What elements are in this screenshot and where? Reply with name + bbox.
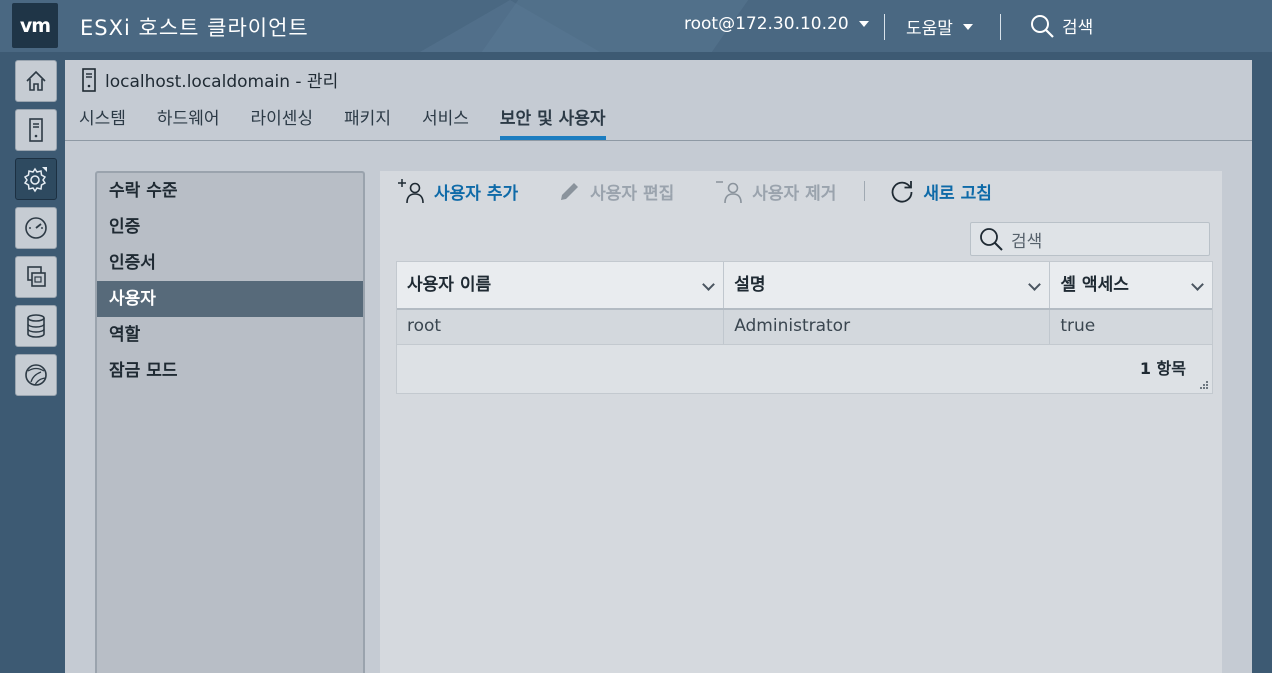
sidebar-item-authentication[interactable]: 인증 — [97, 209, 363, 245]
cell-shell-access: true — [1060, 316, 1096, 336]
left-navigator — [0, 52, 64, 673]
remove-user-button[interactable]: 사용자 제거 — [714, 178, 836, 204]
caret-down-icon — [858, 21, 869, 27]
tab-content: 수락 수준 인증 인증서 사용자 역할 잠금 모드 사용자 추가 사용자 편집 … — [65, 141, 1252, 673]
pencil-icon — [561, 183, 579, 200]
user-menu-label: root@172.30.10.20 — [684, 14, 849, 34]
add-user-button[interactable]: 사용자 추가 — [396, 178, 518, 204]
host-icon — [29, 118, 43, 142]
tab-hardware[interactable]: 하드웨어 — [157, 104, 220, 140]
virtual-machines-icon — [27, 266, 46, 287]
column-header-label: 설명 — [734, 275, 766, 295]
sidebar-item-users[interactable]: 사용자 — [97, 281, 363, 317]
monitor-button[interactable] — [15, 207, 57, 249]
search-icon — [980, 228, 1003, 251]
help-menu[interactable]: 도움말 — [906, 14, 973, 39]
chevron-down-icon[interactable] — [1028, 278, 1042, 291]
column-header-label: 셸 액세스 — [1060, 275, 1129, 295]
grid-item-count: 1 항목 — [1139, 359, 1186, 378]
top-header: vm ESXi 호스트 클라이언트 root@172.30.10.20 도움말 … — [0, 0, 1272, 52]
edit-user-label: 사용자 편집 — [590, 183, 675, 204]
add-user-icon — [398, 179, 424, 204]
virtual-machines-button[interactable] — [15, 256, 57, 298]
sidebar-item-certificates[interactable]: 인증서 — [97, 245, 363, 281]
users-grid: 사용자 이름 설명 셸 액세스 root Administrator true … — [396, 261, 1213, 394]
header-search-label: 검색 — [1062, 18, 1094, 38]
sidebar-item-acceptance-level[interactable]: 수락 수준 — [97, 173, 363, 209]
chevron-down-icon[interactable] — [1191, 278, 1204, 291]
divider — [884, 14, 885, 40]
header-search[interactable]: 검색 — [1030, 13, 1093, 38]
tab-system[interactable]: 시스템 — [79, 104, 126, 140]
networking-button[interactable] — [15, 354, 57, 396]
sidebar-item-lockdown-mode[interactable]: 잠금 모드 — [97, 353, 363, 389]
networking-icon — [25, 364, 47, 386]
user-menu[interactable]: root@172.30.10.20 — [684, 14, 869, 34]
tab-bar: 시스템 하드웨어 라이센싱 패키지 서비스 보안 및 사용자 — [79, 104, 637, 140]
sidebar-item-roles[interactable]: 역할 — [97, 317, 363, 353]
grid-search-input[interactable]: 검색 — [970, 222, 1210, 256]
manage-gear-icon — [23, 167, 47, 193]
toolbar-divider — [864, 181, 866, 201]
page-title: localhost.localdomain - 관리 — [81, 67, 338, 92]
refresh-button[interactable]: 새로 고침 — [889, 178, 992, 204]
cell-description: Administrator — [724, 310, 1051, 344]
storage-button[interactable] — [15, 305, 57, 347]
security-sidebar: 수락 수준 인증 인증서 사용자 역할 잠금 모드 — [95, 171, 365, 673]
vmware-logo[interactable]: vm — [12, 3, 58, 48]
column-header-shell-access[interactable]: 셸 액세스 — [1050, 262, 1212, 308]
remove-user-icon — [716, 181, 743, 204]
add-user-label: 사용자 추가 — [434, 183, 519, 204]
caret-down-icon — [962, 23, 973, 30]
remove-user-label: 사용자 제거 — [752, 183, 837, 204]
app-title: ESXi 호스트 클라이언트 — [80, 16, 309, 40]
resize-handle-icon[interactable] — [1199, 380, 1209, 390]
host-button[interactable] — [15, 109, 57, 151]
refresh-label: 새로 고침 — [923, 183, 992, 204]
column-header-username[interactable]: 사용자 이름 — [397, 262, 725, 308]
tab-services[interactable]: 서비스 — [422, 104, 469, 140]
divider — [1000, 14, 1001, 40]
host-icon — [82, 67, 96, 92]
home-icon — [26, 70, 46, 91]
search-icon — [1031, 14, 1054, 38]
page-title-text: localhost.localdomain - 관리 — [105, 72, 339, 92]
table-row[interactable]: root Administrator true — [397, 310, 1212, 345]
help-menu-label: 도움말 — [906, 19, 953, 39]
tab-licensing[interactable]: 라이센싱 — [250, 104, 313, 140]
tab-packages[interactable]: 패키지 — [344, 104, 391, 140]
main-panel: localhost.localdomain - 관리 시스템 하드웨어 라이센싱… — [65, 60, 1252, 673]
column-header-label: 사용자 이름 — [407, 275, 492, 295]
column-header-description[interactable]: 설명 — [724, 262, 1051, 308]
storage-icon — [27, 314, 45, 338]
grid-header-row: 사용자 이름 설명 셸 액세스 — [397, 262, 1212, 310]
home-button[interactable] — [15, 60, 57, 102]
cell-username: root — [397, 310, 725, 344]
page-header: localhost.localdomain - 관리 시스템 하드웨어 라이센싱… — [65, 60, 1252, 141]
manage-button[interactable] — [15, 158, 57, 200]
chevron-down-icon[interactable] — [702, 278, 716, 291]
users-toolbar: 사용자 추가 사용자 편집 사용자 제거 새로 고침 — [396, 171, 1032, 211]
monitor-gauge-icon — [25, 217, 47, 239]
refresh-icon — [891, 181, 913, 203]
tab-security-and-users[interactable]: 보안 및 사용자 — [499, 104, 606, 140]
grid-search-placeholder: 검색 — [1011, 231, 1043, 252]
edit-user-button[interactable]: 사용자 편집 — [558, 179, 674, 204]
users-panel: 사용자 추가 사용자 편집 사용자 제거 새로 고침 검색 사용자 이름 설명 … — [380, 171, 1222, 673]
